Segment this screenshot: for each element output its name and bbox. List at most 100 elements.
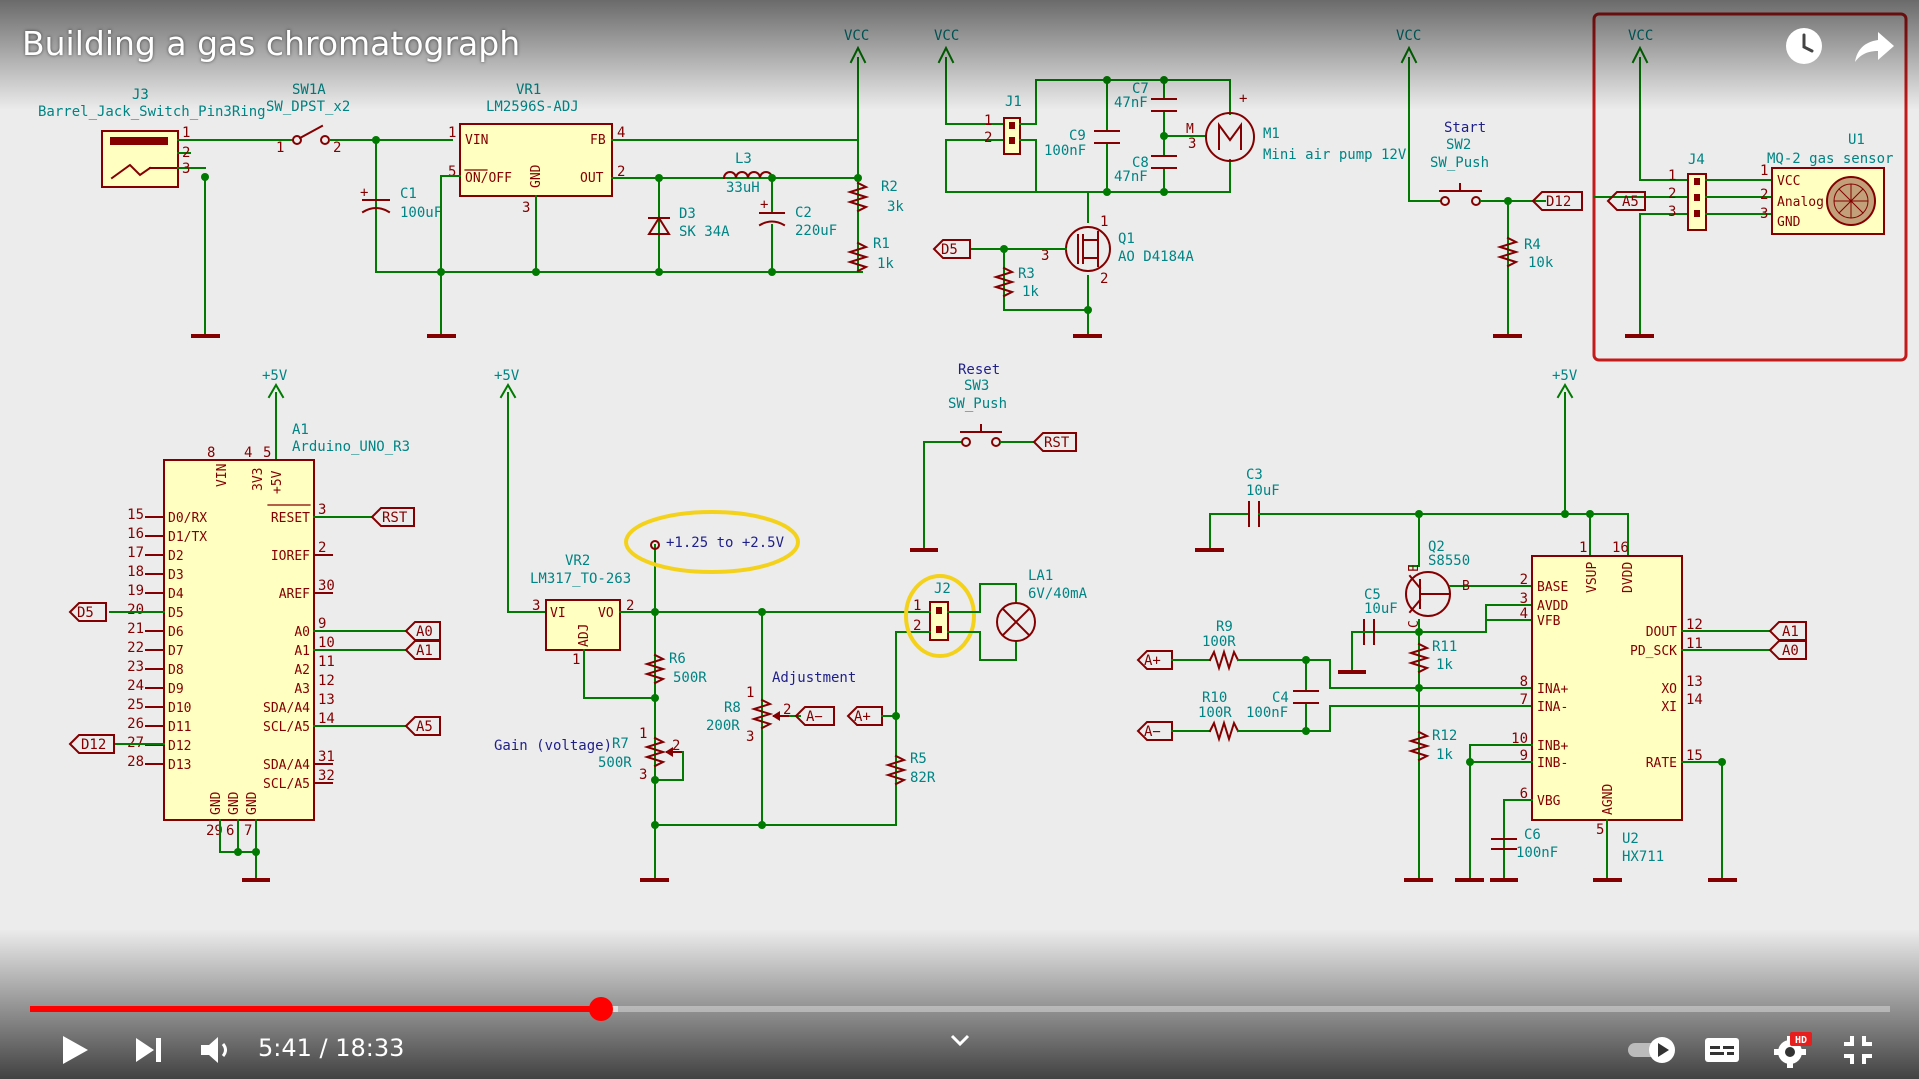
vr2-regulator: +5V VI VO ADJ VR2 LM317_TO-263 3 2 1	[494, 368, 634, 668]
a1-left-pin-label: D12	[168, 739, 191, 754]
pin-label: 2	[1668, 186, 1676, 202]
a1-left-pin-label: D9	[168, 682, 184, 697]
chevron-down-icon[interactable]	[948, 1030, 972, 1050]
u2-pin-dvdd: DVDD	[1621, 562, 1636, 593]
u2-left-pin-number: 3	[1520, 591, 1528, 607]
share-icon[interactable]	[1852, 24, 1896, 68]
u2-left-pin-number: 8	[1520, 674, 1528, 690]
u2-left-pin-label: INA+	[1537, 682, 1568, 697]
r5-value: 82R	[910, 770, 936, 786]
u2-right-pin-number: 13	[1686, 674, 1703, 690]
m1-pin-label: M	[1186, 122, 1194, 137]
r1-ref: R1	[873, 236, 890, 252]
a1-value: Arduino_UNO_R3	[292, 439, 410, 455]
volume-icon[interactable]	[196, 1030, 236, 1070]
a1-pin-gnd: GND	[227, 791, 242, 815]
pin-label: 5	[448, 164, 456, 180]
scrubber-handle[interactable]	[589, 997, 614, 1021]
u1-gas-sensor: VCC A5 J4 1 2 3 VCC Analog GND 1 2 3 U1 …	[1593, 28, 1893, 338]
vcc-label: VCC	[844, 28, 869, 44]
captions-icon[interactable]	[1702, 1030, 1742, 1070]
pin-label: 2	[984, 130, 992, 146]
la1-lamp: LA1 6V/40mA	[996, 568, 1088, 642]
settings-icon[interactable]: HD	[1772, 1030, 1812, 1070]
vr1-ref: VR1	[516, 82, 541, 98]
sw1a-switch: SW1A SW_DPST_x2 1 2	[266, 82, 350, 156]
pin-label: 1	[1579, 540, 1587, 556]
m1-ref: M1	[1263, 126, 1280, 142]
a1-left-pin-label: D4	[168, 587, 184, 602]
q2-value: S8550	[1428, 553, 1470, 569]
pin-label: 3	[1188, 136, 1196, 152]
pin-label: 4	[244, 445, 252, 461]
a1-left-pin-label: D1/TX	[168, 530, 207, 545]
j3-barrel-jack: J3 Barrel_Jack_Switch_Pin3Ring 1 2 3	[38, 87, 266, 188]
a1-right-pin-number: 30	[318, 578, 335, 594]
u1-pin-vcc: VCC	[1777, 174, 1800, 189]
la1-ref: LA1	[1028, 568, 1053, 584]
video-title[interactable]: Building a gas chromatograph	[22, 24, 520, 63]
u2-right-pin-label: PD_SCK	[1630, 644, 1677, 659]
c4-value: 100nF	[1246, 705, 1288, 721]
r11-ref: R11	[1432, 639, 1457, 655]
time-separator: /	[311, 1034, 336, 1062]
video-player[interactable]: .w { stroke:#007a00; stroke-width:2; fil…	[0, 0, 1919, 1079]
hd-badge: HD	[1795, 1035, 1807, 1046]
q1-ref: Q1	[1118, 231, 1135, 247]
a1-left-pin-number: 18	[127, 564, 144, 580]
sw3-reset-button: Reset SW3 SW_Push RST	[910, 362, 1077, 552]
duration: 18:33	[335, 1034, 405, 1062]
q2-pin-c: C	[1407, 620, 1422, 628]
net-label-a5: A5	[404, 716, 441, 736]
r6-ref: R6	[669, 651, 686, 667]
c6-ref: C6	[1524, 827, 1541, 843]
exit-fullscreen-icon[interactable]	[1838, 1030, 1878, 1070]
j3-ref: J3	[132, 87, 149, 103]
pin-label: 2	[783, 702, 791, 718]
voltage-range-label: +1.25 to +2.5V	[666, 535, 785, 551]
play-icon[interactable]	[54, 1030, 94, 1070]
pin-label: 3	[522, 200, 530, 216]
u2-pin-agnd: AGND	[1601, 784, 1616, 815]
next-icon[interactable]	[128, 1030, 168, 1070]
autoplay-toggle-icon[interactable]	[1624, 1030, 1684, 1070]
u2-right-pin-label: XI	[1661, 700, 1677, 715]
net-label-a0: A0	[404, 621, 441, 641]
svg-text:+: +	[360, 185, 368, 201]
current-time: 5:41	[258, 1034, 312, 1062]
vr1-pin-out: OUT	[580, 171, 604, 186]
c7-value: 47nF	[1114, 95, 1148, 111]
plus5v-label: +5V	[494, 368, 520, 384]
a1-left-pin-label: D8	[168, 663, 184, 678]
pin-label: 6	[226, 823, 234, 839]
r3-value: 1k	[1022, 284, 1039, 300]
a1-left-pin-number: 26	[127, 716, 144, 732]
u1-ref: U1	[1848, 132, 1865, 148]
vr1-pin-vin: VIN	[465, 133, 488, 148]
net-a-plus-text: A+	[854, 709, 871, 725]
a1-left-pin-number: 20	[127, 602, 144, 618]
sw3-title: Reset	[958, 362, 1000, 378]
vr2-ref: VR2	[565, 553, 590, 569]
net-rst-text: RST	[1044, 435, 1070, 451]
net-a0-text: A0	[1782, 643, 1799, 659]
watch-later-icon[interactable]	[1782, 24, 1826, 68]
a1-right-pin-number: 9	[318, 616, 326, 632]
q1-mosfet: 1 2 3 Q1 AO D4184A	[945, 191, 1194, 338]
time-display: 5:41 / 18:33	[258, 1034, 404, 1062]
a1-left-pin-label: D7	[168, 644, 184, 659]
net-a0-text: A0	[416, 624, 433, 640]
a1-right-pin-number: 32	[318, 768, 335, 784]
svg-text:+: +	[760, 197, 768, 213]
pin-label: 5	[263, 445, 271, 461]
a1-left-pin-label: D11	[168, 720, 191, 735]
u1-value: MQ-2 gas sensor	[1767, 151, 1893, 167]
a1-left-pin-number: 28	[127, 754, 144, 770]
c3-value: 10uF	[1246, 483, 1280, 499]
a1-right-pin-number: 2	[318, 540, 326, 556]
a1-right-pin-label: AREF	[279, 587, 310, 602]
progress-bar[interactable]	[30, 997, 1890, 1021]
l3-inductor: L3 33uH	[722, 151, 774, 196]
a1-left-pin-number: 15	[127, 507, 144, 523]
a1-right-pin-number: 10	[318, 635, 335, 651]
